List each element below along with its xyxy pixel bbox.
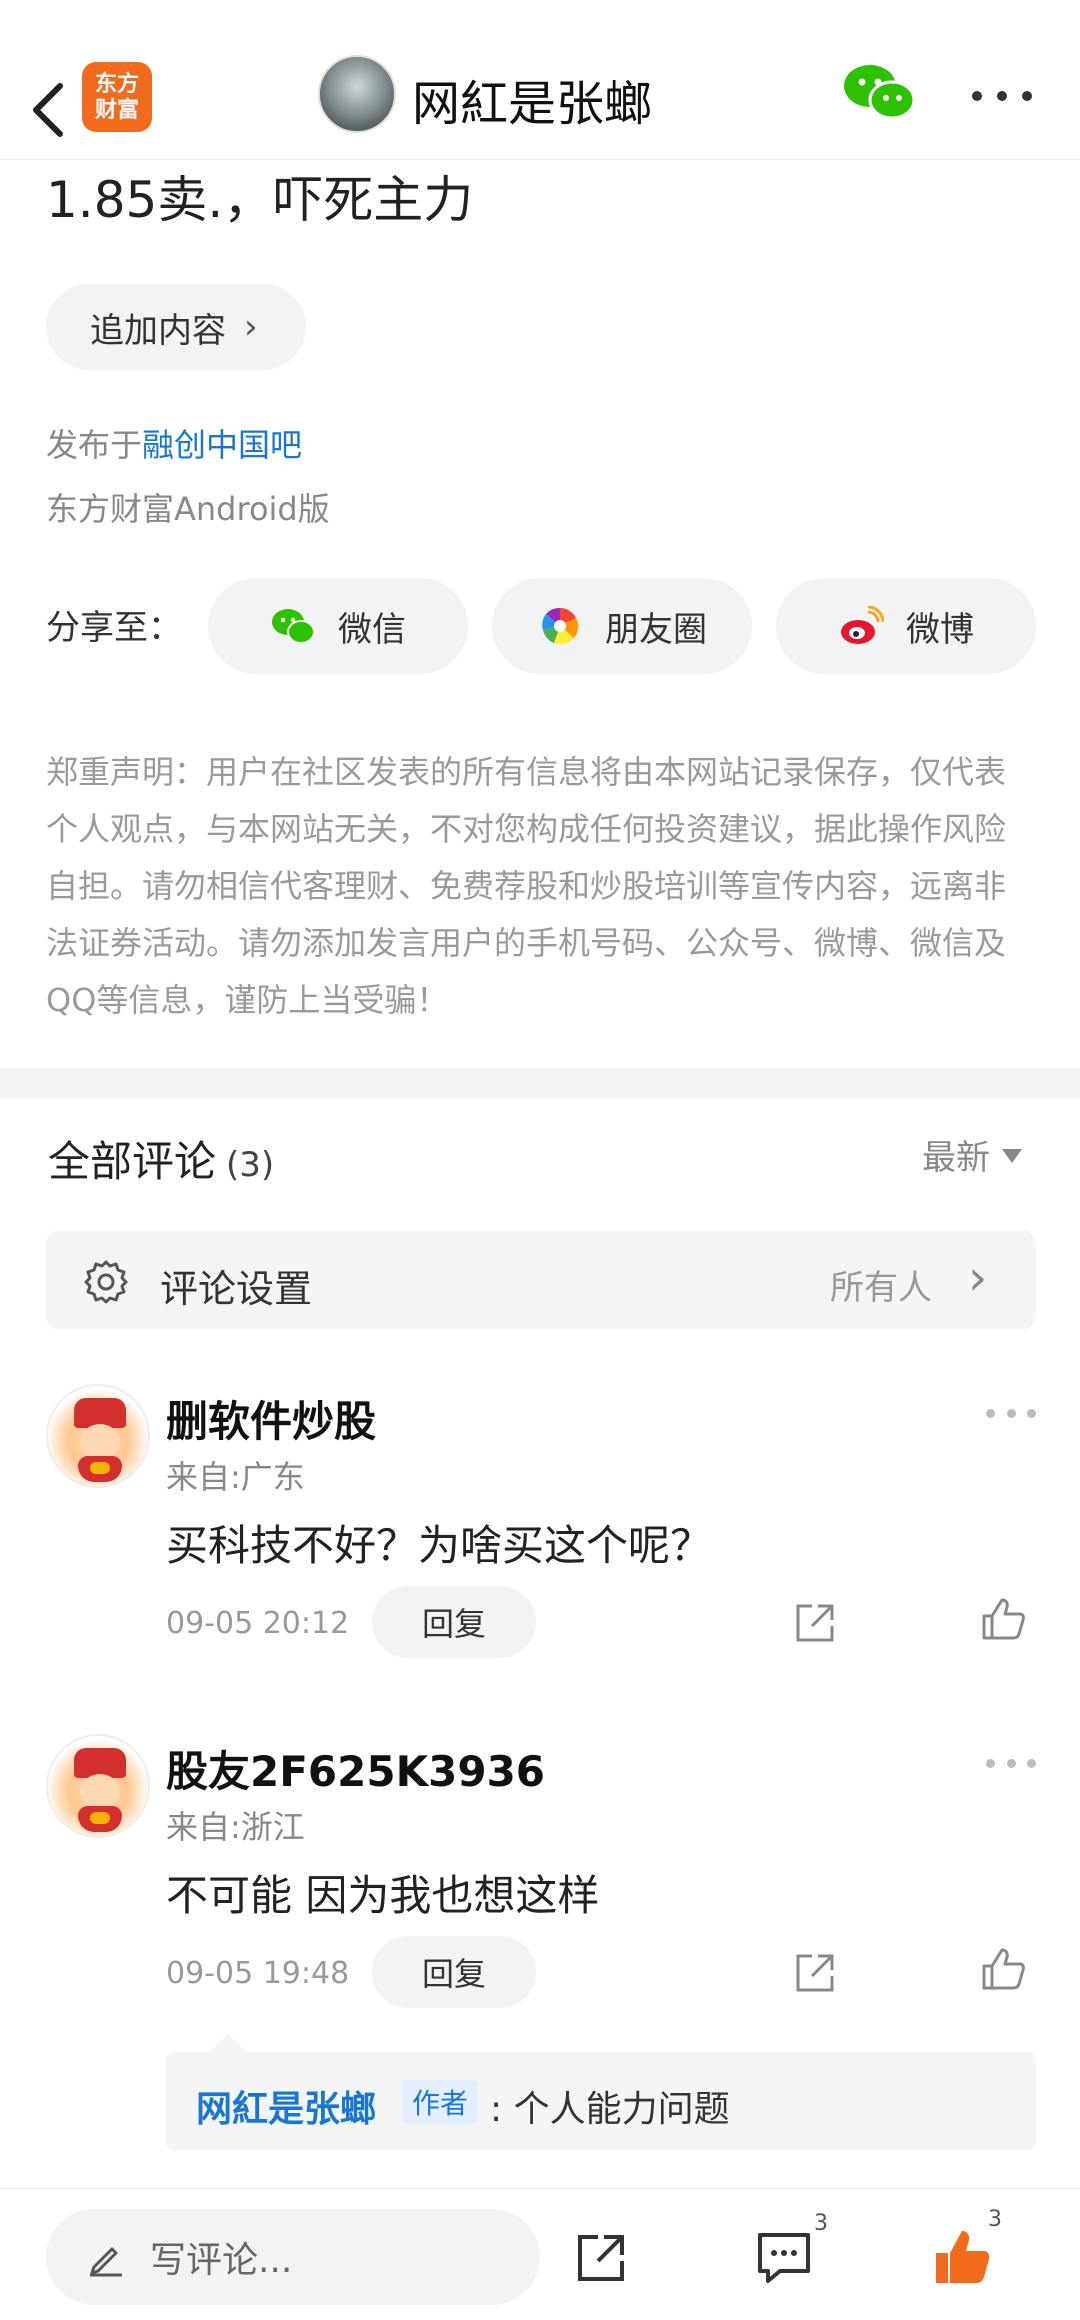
sub-reply-text: : 个人能力问题 xyxy=(490,2089,730,2130)
write-comment-input[interactable]: 写评论... xyxy=(46,2209,540,2305)
thumbs-up-icon[interactable] xyxy=(978,1944,1028,1994)
chevron-left-icon xyxy=(33,83,63,137)
comment-author[interactable]: 股友2F625K3936 xyxy=(166,1738,545,1799)
like-count-badge: 3 xyxy=(988,2207,1002,2232)
section-divider xyxy=(0,1068,1080,1098)
share-weibo-button[interactable]: 微博 xyxy=(776,578,1036,674)
author-badge: 作者 xyxy=(402,2080,479,2124)
settings-value: 所有人 xyxy=(830,1268,932,1308)
comment-time: 09-05 19:48 xyxy=(166,1956,350,1991)
disclaimer-text: 郑重声明：用户在社区发表的所有信息将由本网站记录保存，仅代表个人观点，与本网站无… xyxy=(46,753,1007,1019)
avatar[interactable] xyxy=(46,1384,150,1488)
more-options-button[interactable] xyxy=(972,86,1032,106)
reply-button[interactable]: 回复 xyxy=(372,1586,536,1658)
settings-label: 评论设置 xyxy=(160,1267,313,1311)
add-content-button[interactable]: 追加内容 › xyxy=(46,284,306,370)
back-button[interactable] xyxy=(24,82,72,138)
comment-more-button[interactable] xyxy=(986,1406,1036,1420)
gear-icon xyxy=(84,1260,128,1304)
caret-down-icon xyxy=(1002,1148,1022,1163)
comment-author[interactable]: 删软件炒股 xyxy=(166,1388,376,1449)
sub-reply-author[interactable]: 网紅是张螂 xyxy=(196,2080,376,2132)
forum-link[interactable]: 融创中国吧 xyxy=(142,426,302,464)
thumbs-up-icon[interactable] xyxy=(978,1594,1028,1644)
wechat-icon xyxy=(272,609,315,644)
comment-time: 09-05 20:12 xyxy=(166,1606,350,1641)
dot-icon xyxy=(1022,91,1032,101)
comment-count-badge: 3 xyxy=(814,2211,828,2236)
share-wechat-button[interactable]: 微信 xyxy=(208,578,468,674)
comments-title: 全部评论 (3) xyxy=(48,1137,275,1186)
platform-label: 东方财富Android版 xyxy=(46,490,330,528)
post-text: 1.85卖.，吓死主力 xyxy=(46,171,474,229)
avatar[interactable] xyxy=(46,1734,150,1838)
published-in: 发布于融创中国吧 xyxy=(46,426,303,464)
comment-location: 来自:广东 xyxy=(166,1458,305,1496)
comment-more-button[interactable] xyxy=(986,1756,1036,1770)
comment-text: 买科技不好？为啥买这个呢？ xyxy=(166,1521,713,1570)
share-icon[interactable] xyxy=(572,2229,630,2287)
pencil-icon xyxy=(90,2247,122,2277)
comments-count: (3) xyxy=(226,1145,275,1185)
reply-button[interactable]: 回复 xyxy=(372,1936,536,2008)
chevron-right-icon: › xyxy=(244,307,258,347)
dot-icon xyxy=(972,91,982,101)
share-icon[interactable] xyxy=(790,1598,840,1648)
comment-location: 来自:浙江 xyxy=(166,1808,305,1846)
sort-dropdown[interactable]: 最新 xyxy=(922,1130,1022,1179)
page-title[interactable]: 网紅是张螂 xyxy=(412,64,652,134)
thumbs-up-filled-icon[interactable] xyxy=(930,2225,994,2289)
author-avatar[interactable] xyxy=(318,55,396,133)
weibo-icon xyxy=(841,606,884,644)
chevron-right-icon: › xyxy=(968,1250,988,1306)
bottom-bar: 写评论... 3 3 xyxy=(0,2188,1080,2320)
comment-text: 不可能 因为我也想这样 xyxy=(166,1871,600,1920)
brand-logo: 东方 财富 xyxy=(82,62,152,132)
share-label: 分享至： xyxy=(46,608,182,648)
dot-icon xyxy=(997,91,1007,101)
wechat-icon[interactable] xyxy=(842,62,916,122)
comment-icon[interactable] xyxy=(754,2229,814,2287)
share-icon[interactable] xyxy=(790,1948,840,1998)
share-moments-button[interactable]: 朋友圈 xyxy=(492,578,752,674)
moments-icon xyxy=(542,607,579,645)
comment-settings-row[interactable]: 评论设置 所有人 › xyxy=(46,1230,1036,1330)
sub-reply[interactable]: 网紅是张螂 作者 : 个人能力问题 xyxy=(166,2034,1036,2150)
